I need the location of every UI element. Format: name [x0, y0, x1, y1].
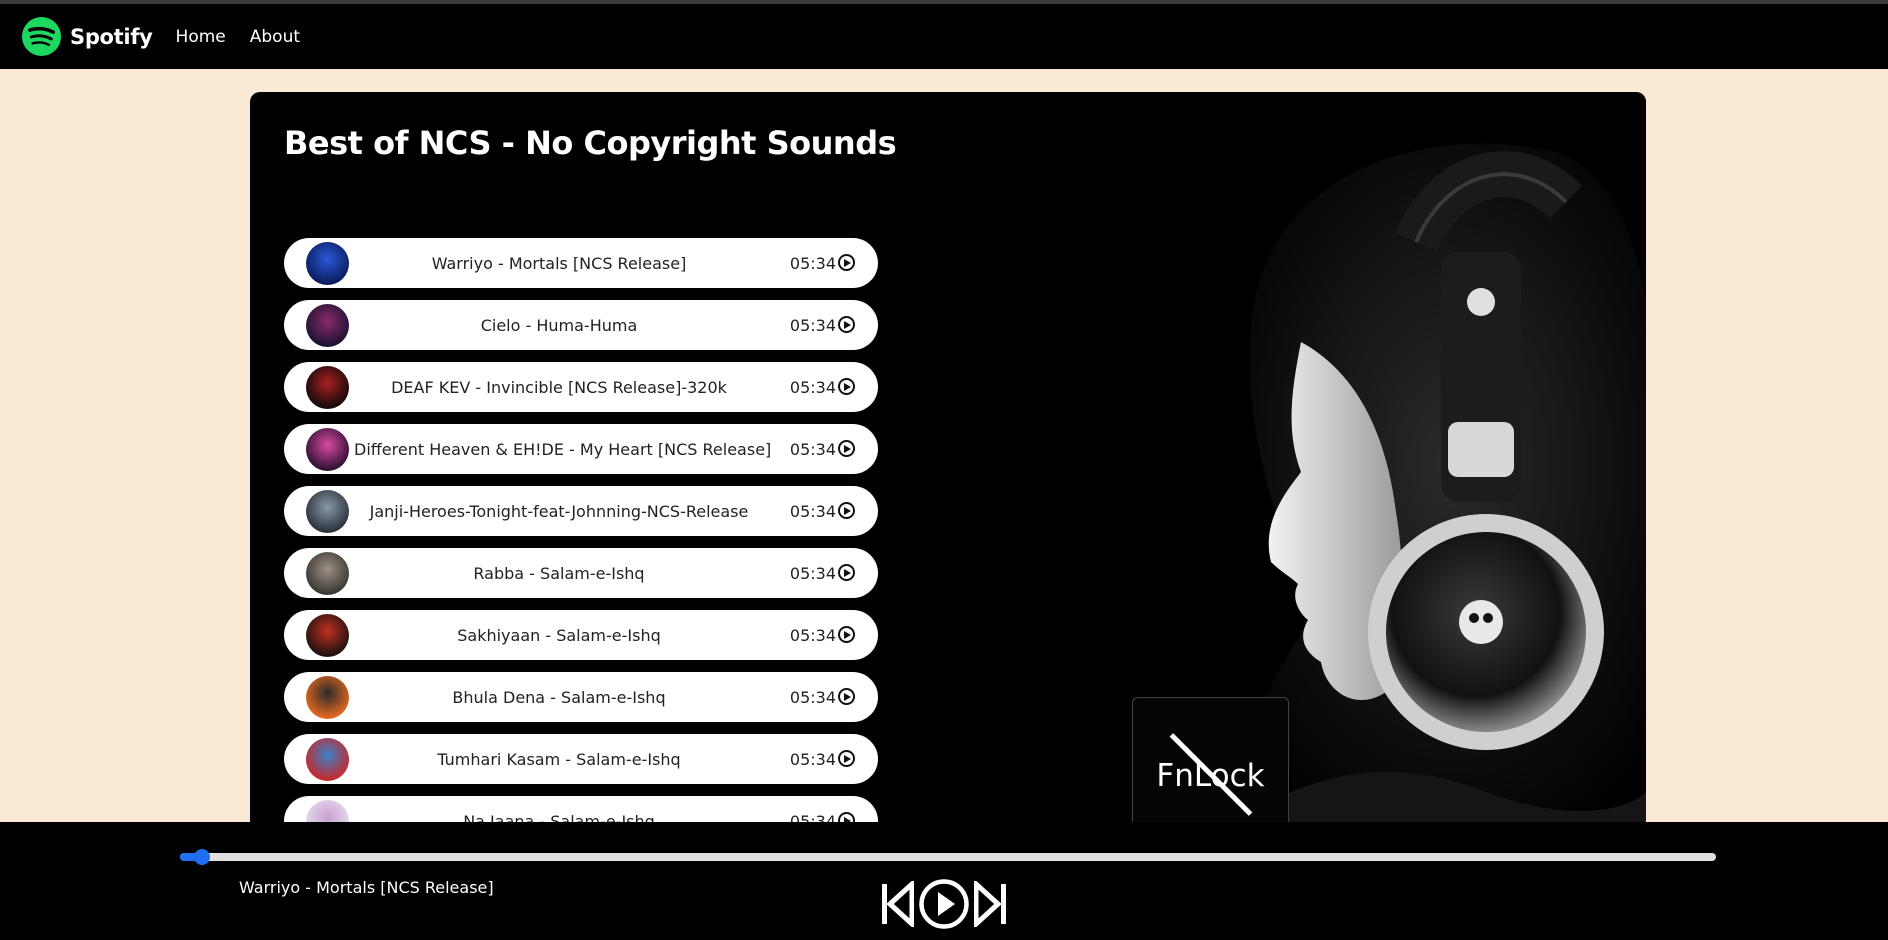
logo[interactable]: Spotify	[21, 16, 153, 57]
now-playing-title: Warriyo - Mortals [NCS Release]	[239, 878, 494, 897]
play-circle-icon[interactable]	[838, 316, 855, 333]
song-title: Bhula Dena - Salam-e-Ishq	[452, 687, 666, 707]
play-circle-icon[interactable]	[838, 564, 855, 581]
song-title: Warriyo - Mortals [NCS Release]	[431, 253, 687, 273]
song-duration: 05:34	[789, 315, 836, 335]
song-cover-image	[306, 490, 349, 533]
song-item[interactable]: Sakhiyaan - Salam-e-Ishq 05:34	[284, 610, 878, 660]
song-title: DEAF KEV - Invincible [NCS Release]-320k	[391, 377, 727, 397]
song-duration: 05:34	[789, 439, 836, 459]
song-duration: 05:34	[789, 687, 836, 707]
play-circle-icon[interactable]	[838, 254, 855, 271]
song-cover-image	[306, 366, 349, 409]
song-title: Different Heaven & EH!DE - My Heart [NCS…	[354, 439, 772, 459]
song-duration: 05:34	[789, 377, 836, 397]
song-item[interactable]: Rabba - Salam-e-Ishq 05:34	[284, 548, 878, 598]
song-title: Sakhiyaan - Salam-e-Ishq	[457, 625, 661, 645]
song-duration: 05:34	[789, 253, 836, 273]
song-title: Tumhari Kasam - Salam-e-Ishq	[437, 749, 681, 769]
nav-link-home[interactable]: Home	[176, 27, 226, 47]
song-item[interactable]: Different Heaven & EH!DE - My Heart [NCS…	[284, 424, 878, 474]
song-item[interactable]: Tumhari Kasam - Salam-e-Ishq 05:34	[284, 734, 878, 784]
song-title: Janji-Heroes-Tonight-feat-Johnning-NCS-R…	[369, 501, 749, 521]
song-item[interactable]: Cielo - Huma-Huma 05:34	[284, 300, 878, 350]
progress-knob[interactable]	[194, 849, 211, 865]
play-circle-icon[interactable]	[838, 750, 855, 767]
play-icon[interactable]	[918, 878, 970, 930]
song-cover-image	[306, 738, 349, 781]
play-circle-icon[interactable]	[838, 440, 855, 457]
player-controls	[880, 878, 1008, 930]
song-list: Warriyo - Mortals [NCS Release] 05:34 Ciel…	[284, 238, 878, 852]
play-circle-icon[interactable]	[838, 688, 855, 705]
song-cover-image	[306, 304, 349, 347]
previous-icon[interactable]	[880, 881, 914, 927]
progress-bar[interactable]	[180, 849, 1716, 865]
song-item[interactable]: Warriyo - Mortals [NCS Release] 05:34	[284, 238, 878, 288]
song-duration: 05:34	[789, 749, 836, 769]
song-duration: 05:34	[789, 625, 836, 645]
song-cover-image	[306, 552, 349, 595]
song-item[interactable]: DEAF KEV - Invincible [NCS Release]-320k…	[284, 362, 878, 412]
song-title: Rabba - Salam-e-Ishq	[473, 563, 645, 583]
song-cover-image	[306, 428, 349, 471]
song-item[interactable]: Bhula Dena - Salam-e-Ishq 05:34	[284, 672, 878, 722]
song-title: Cielo - Huma-Huma	[480, 315, 638, 335]
top-nav: Spotify Home About	[0, 4, 1888, 69]
play-circle-icon[interactable]	[838, 502, 855, 519]
brand-name: Spotify	[70, 24, 153, 49]
song-item[interactable]: Janji-Heroes-Tonight-feat-Johnning-NCS-R…	[284, 486, 878, 536]
play-circle-icon[interactable]	[838, 378, 855, 395]
song-cover-image	[306, 614, 349, 657]
nav-link-about[interactable]: About	[250, 27, 300, 47]
play-circle-icon[interactable]	[838, 626, 855, 643]
player-bar: Warriyo - Mortals [NCS Release]	[0, 822, 1888, 940]
playlist-title: Best of NCS - No Copyright Sounds	[284, 124, 897, 162]
spotify-logo-icon	[21, 16, 62, 57]
song-duration: 05:34	[789, 501, 836, 521]
next-icon[interactable]	[974, 881, 1008, 927]
song-duration: 05:34	[789, 563, 836, 583]
playlist-container: Best of NCS - No Copyright Sounds Warriy…	[250, 92, 1646, 852]
song-cover-image	[306, 676, 349, 719]
song-cover-image	[306, 242, 349, 285]
